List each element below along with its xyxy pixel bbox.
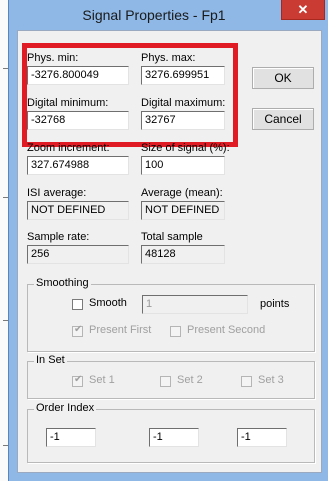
checkmark-icon: ✔ xyxy=(74,374,83,385)
sample-rate-label: Sample rate: xyxy=(27,231,90,243)
sample-rate-field: 256 xyxy=(27,245,129,264)
size-of-signal-label: Size of signal (%): xyxy=(141,142,230,154)
window-title: Signal Properties - Fp1 xyxy=(82,7,226,23)
zoom-increment-field[interactable]: 327.674988 xyxy=(27,156,129,175)
title-bar[interactable]: Signal Properties - Fp1 ✕ xyxy=(9,0,328,30)
average-mean-field: NOT DEFINED xyxy=(141,201,225,220)
set1-checkbox[interactable]: ✔ xyxy=(72,374,83,387)
red-highlight-box xyxy=(22,43,238,147)
close-button[interactable]: ✕ xyxy=(281,0,325,20)
average-mean-label: Average (mean): xyxy=(141,187,223,199)
total-sample-label: Total sample xyxy=(141,231,203,243)
smoothing-group-title: Smoothing xyxy=(34,277,91,289)
ok-button[interactable]: OK xyxy=(252,67,314,89)
dialog-client-area: Phys. min: -3276.800049 Phys. max: 3276.… xyxy=(17,30,322,473)
cancel-button[interactable]: Cancel xyxy=(252,108,314,130)
smoothing-group: Smoothing Smooth 1 points ✔ Present Firs… xyxy=(27,277,315,352)
present-second-label: Present Second xyxy=(187,324,266,336)
set1-label: Set 1 xyxy=(89,374,115,386)
order-index-group: Order Index -1 -1 -1 xyxy=(27,402,315,463)
order-index-group-title: Order Index xyxy=(34,402,97,414)
order-index-field[interactable]: -1 xyxy=(149,428,199,447)
set2-label: Set 2 xyxy=(177,374,203,386)
in-set-group-title: In Set xyxy=(34,354,67,366)
smooth-label: Smooth xyxy=(89,297,127,309)
smooth-checkbox[interactable] xyxy=(72,299,83,310)
zoom-increment-label: Zoom increment: xyxy=(27,142,110,154)
total-sample-field: 48128 xyxy=(141,245,225,264)
set3-label: Set 3 xyxy=(258,374,284,386)
size-of-signal-field[interactable]: 100 xyxy=(141,156,225,175)
present-first-label: Present First xyxy=(89,324,152,336)
dialog-window: Signal Properties - Fp1 ✕ Phys. min: -32… xyxy=(8,0,328,481)
order-index-field[interactable]: -1 xyxy=(237,428,287,447)
present-first-checkbox[interactable]: ✔ xyxy=(72,324,83,337)
points-label: points xyxy=(260,298,290,310)
checkmark-icon: ✔ xyxy=(74,324,83,335)
isi-average-field: NOT DEFINED xyxy=(27,201,129,220)
set3-checkbox[interactable] xyxy=(241,376,252,387)
set2-checkbox[interactable] xyxy=(160,376,171,387)
present-second-checkbox[interactable] xyxy=(170,326,181,337)
in-set-group: In Set ✔ Set 1 Set 2 Set 3 xyxy=(27,354,315,399)
order-index-field[interactable]: -1 xyxy=(46,428,96,447)
smooth-points-field[interactable]: 1 xyxy=(142,295,248,314)
isi-average-label: ISI average: xyxy=(27,187,87,199)
